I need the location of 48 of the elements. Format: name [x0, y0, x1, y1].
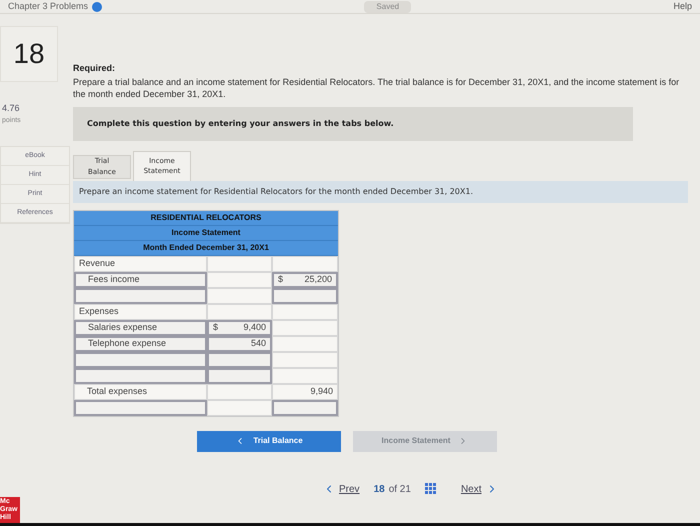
amount-field[interactable]: $ 25,200 [272, 272, 338, 288]
amount-field[interactable] [207, 368, 272, 384]
section-label: Revenue [74, 256, 207, 272]
statement-header: Month Ended December 31, 20X1 [74, 240, 338, 256]
statement-header: RESIDENTIAL RELOCATORS [74, 210, 338, 226]
amount-field[interactable]: 540 [207, 336, 272, 352]
required-text: Prepare a trial balance and an income statement for Residential Relocators. The trial balance is for December 31, 20X1, and the income statement is for the month ended December 31, 20X1. [73, 76, 680, 100]
account-field[interactable]: Fees income [74, 272, 207, 288]
account-field[interactable] [74, 400, 207, 416]
table-cell [272, 352, 338, 368]
current-question: 18 [374, 482, 385, 496]
table-cell: 9,940 [272, 384, 338, 400]
prev-link[interactable]: Prev [323, 482, 360, 496]
amount-field[interactable] [272, 288, 338, 304]
table-cell [207, 384, 272, 400]
points-value: 4.76 [2, 102, 21, 115]
chapter-title: Chapter 3 Problems [8, 0, 88, 13]
table-cell [272, 336, 338, 352]
required-label: Required: [73, 62, 116, 75]
table-cell [207, 288, 272, 304]
table-cell [272, 304, 338, 320]
account-field[interactable] [74, 288, 207, 304]
amount-field[interactable] [207, 352, 272, 368]
amount-field[interactable]: $ 9,400 [207, 320, 272, 336]
tab-prompt-bar: Prepare an income statement for Residential Relocators for the month ended December 31, 20X1. [73, 180, 688, 202]
amount-field[interactable] [272, 400, 338, 416]
statement-header: Income Statement [74, 226, 338, 240]
help-link[interactable]: Help [673, 0, 692, 14]
account-field[interactable]: Salaries expense [74, 320, 207, 336]
saved-status: Saved [364, 0, 412, 12]
instruction-panel: Complete this question by entering your answers in the tabs below. [73, 106, 633, 140]
account-field[interactable]: Telephone expense [74, 336, 207, 352]
table-cell [207, 272, 272, 288]
table-cell [272, 368, 338, 384]
grid-icon[interactable] [424, 483, 437, 495]
account-field[interactable] [74, 352, 207, 368]
table-cell [207, 400, 272, 416]
question-number: 18 [0, 26, 58, 82]
nav-button[interactable]: Trial Balance [197, 430, 341, 452]
account-field[interactable] [74, 368, 207, 384]
total-label: Total expenses [74, 384, 207, 400]
next-link[interactable]: Next [460, 482, 498, 496]
table-cell [207, 256, 272, 272]
table-cell [207, 304, 272, 320]
table-cell [272, 256, 338, 272]
section-label: Expenses [74, 304, 207, 320]
table-cell [272, 320, 338, 336]
question-total: of 21 [388, 482, 411, 496]
